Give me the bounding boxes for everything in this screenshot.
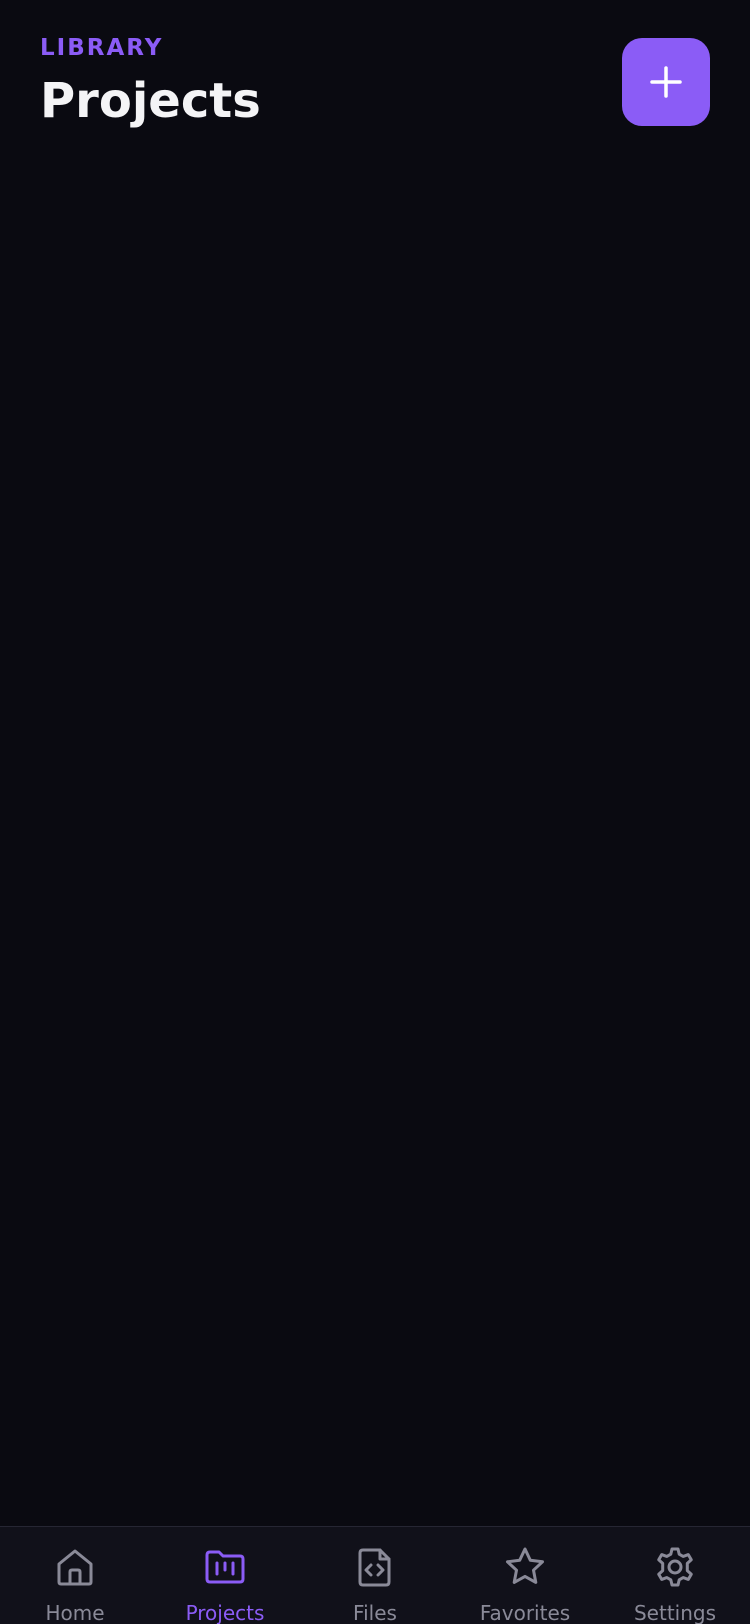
bottom-tab-bar: Home Projects Files Favorites Settings <box>0 1526 750 1624</box>
gear-icon <box>657 1547 693 1587</box>
star-icon <box>506 1547 544 1584</box>
tab-favorites[interactable]: Favorites <box>450 1527 600 1624</box>
tab-label-favorites: Favorites <box>479 1601 571 1624</box>
home-icon <box>57 1549 93 1586</box>
tab-label-files: Files <box>353 1601 397 1624</box>
code-file-icon <box>358 1548 391 1587</box>
add-project-button[interactable] <box>622 38 710 126</box>
projects-content-area <box>0 160 750 1526</box>
projects-folder-icon <box>205 1550 245 1584</box>
tab-home[interactable]: Home <box>0 1527 150 1624</box>
plus-icon <box>650 66 682 98</box>
tab-label-projects: Projects <box>185 1601 265 1624</box>
page-title: Projects <box>40 73 261 129</box>
tab-label-home: Home <box>45 1601 105 1624</box>
section-eyebrow: LIBRARY <box>40 35 164 61</box>
tab-settings[interactable]: Settings <box>600 1527 750 1624</box>
tab-label-settings: Settings <box>633 1601 717 1624</box>
tab-files[interactable]: Files <box>300 1527 450 1624</box>
tab-projects[interactable]: Projects <box>150 1527 300 1624</box>
